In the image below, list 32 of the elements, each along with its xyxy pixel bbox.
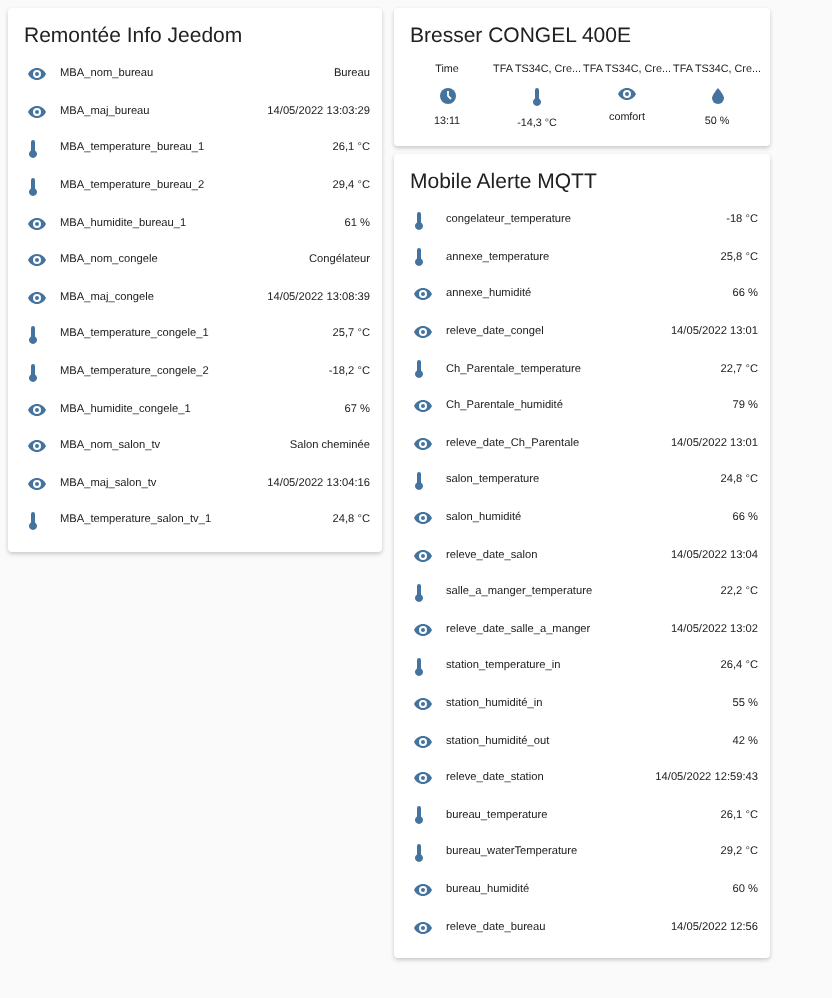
eye-icon	[414, 549, 432, 562]
thermometer-icon	[532, 88, 542, 106]
thermometer-icon	[414, 471, 424, 490]
eye-icon	[28, 217, 46, 230]
eye-icon	[414, 326, 432, 339]
eye-icon	[28, 68, 46, 81]
water-drop-icon	[711, 88, 723, 104]
eye-icon	[28, 291, 46, 304]
eye-icon	[618, 88, 636, 100]
eye-icon	[414, 698, 432, 711]
eye-icon	[414, 623, 432, 636]
eye-icon	[28, 254, 46, 267]
eye-icon	[414, 400, 432, 413]
eye-icon	[414, 512, 432, 525]
card-title: Bresser CONGEL 400E	[408, 22, 633, 52]
eye-icon	[414, 437, 432, 450]
thermometer-icon	[414, 657, 424, 676]
eye-icon	[28, 440, 46, 453]
thermometer-icon	[28, 511, 38, 530]
card-title: Mobile Alerte MQTT	[408, 168, 599, 198]
eye-icon	[28, 477, 46, 490]
thermometer-icon	[414, 360, 424, 379]
eye-icon	[414, 921, 432, 934]
eye-icon	[414, 288, 432, 301]
eye-icon	[414, 883, 432, 896]
eye-icon	[414, 772, 432, 785]
eye-icon	[414, 735, 432, 748]
thermometer-icon	[414, 583, 424, 602]
clock-icon	[439, 88, 455, 104]
eye-icon	[28, 403, 46, 416]
card-title: Remontée Info Jeedom	[22, 22, 245, 52]
eye-icon	[28, 105, 46, 118]
